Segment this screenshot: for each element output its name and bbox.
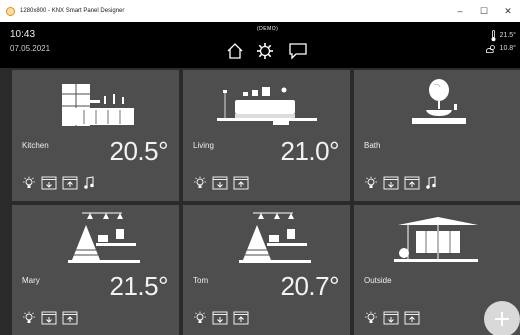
room-controls	[364, 176, 437, 190]
close-button[interactable]: ✕	[496, 0, 520, 22]
room-name: Living	[193, 141, 214, 150]
blind-down-icon[interactable]	[383, 311, 399, 325]
clock-date: 07.05.2021	[10, 44, 51, 53]
kids-room-illustration	[68, 212, 140, 263]
lightbulb-icon[interactable]	[364, 311, 378, 325]
kids-room-illustration	[239, 212, 311, 263]
window-titlebar: 1280x800 - KNX Smart Panel Designer – ☐ …	[0, 0, 520, 22]
partly-cloudy-icon	[485, 44, 495, 53]
room-temperature: 20.5°	[109, 136, 168, 166]
room-name: Bath	[364, 141, 381, 150]
room-controls	[193, 311, 249, 325]
blind-down-icon[interactable]	[212, 311, 228, 325]
lightbulb-icon[interactable]	[22, 176, 36, 190]
blind-down-icon[interactable]	[41, 176, 57, 190]
app-icon	[6, 6, 15, 16]
living-room-illustration	[217, 87, 317, 125]
room-tile-living[interactable]: Living 21.0°	[183, 70, 350, 201]
room-tile-bath[interactable]: Bath	[354, 70, 520, 201]
blind-up-icon[interactable]	[62, 176, 78, 190]
room-name: Kitchen	[22, 141, 49, 150]
add-button[interactable]	[484, 301, 520, 335]
room-controls	[364, 311, 420, 325]
room-name: Tom	[193, 276, 209, 285]
room-name: Mary	[22, 276, 40, 285]
indoor-temperature: 21.5°	[499, 32, 516, 39]
room-temperature: 21.0°	[280, 136, 339, 166]
room-temperature: 21.5°	[109, 271, 168, 301]
lightbulb-icon[interactable]	[193, 176, 207, 190]
blind-down-icon[interactable]	[41, 311, 57, 325]
room-temperature: 20.7°	[280, 271, 339, 301]
blind-up-icon[interactable]	[233, 176, 249, 190]
status-header: 10:43 07.05.2021 (DEMO) 21.5° 10.8°	[0, 22, 520, 68]
demo-badge: (DEMO)	[257, 26, 279, 32]
lightbulb-icon[interactable]	[364, 176, 378, 190]
outdoor-temperature: 10.8°	[499, 45, 516, 52]
blind-up-icon[interactable]	[233, 311, 249, 325]
blind-up-icon[interactable]	[62, 311, 78, 325]
home-icon[interactable]	[226, 42, 244, 65]
room-name: Outside	[364, 276, 392, 285]
room-tile-kitchen[interactable]: Kitchen 20.5°	[12, 70, 179, 201]
lightbulb-icon[interactable]	[193, 311, 207, 325]
minimize-button[interactable]: –	[448, 0, 472, 22]
window-title: 1280x800 - KNX Smart Panel Designer	[20, 8, 125, 14]
room-tile-tom[interactable]: Tom 20.7°	[183, 205, 350, 335]
blind-down-icon[interactable]	[212, 176, 228, 190]
blind-down-icon[interactable]	[383, 176, 399, 190]
patio-illustration	[394, 217, 478, 262]
kitchen-illustration	[62, 84, 134, 126]
blind-up-icon[interactable]	[404, 176, 420, 190]
music-note-icon[interactable]	[83, 176, 95, 190]
room-controls	[22, 311, 78, 325]
lightbulb-icon[interactable]	[22, 311, 36, 325]
gear-icon[interactable]	[256, 42, 274, 65]
blind-up-icon[interactable]	[404, 311, 420, 325]
room-controls	[193, 176, 249, 190]
music-note-icon[interactable]	[425, 176, 437, 190]
room-tile-mary[interactable]: Mary 21.5°	[12, 205, 179, 335]
thermometer-icon	[491, 29, 496, 41]
chat-icon[interactable]	[288, 42, 308, 65]
plus-icon	[495, 312, 509, 326]
window-controls: – ☐ ✕	[448, 0, 520, 22]
room-controls	[22, 176, 95, 190]
clock-time: 10:43	[10, 29, 36, 40]
bathroom-illustration	[412, 79, 466, 124]
maximize-button[interactable]: ☐	[472, 0, 496, 22]
weather-panel: 21.5° 10.8°	[485, 29, 516, 55]
